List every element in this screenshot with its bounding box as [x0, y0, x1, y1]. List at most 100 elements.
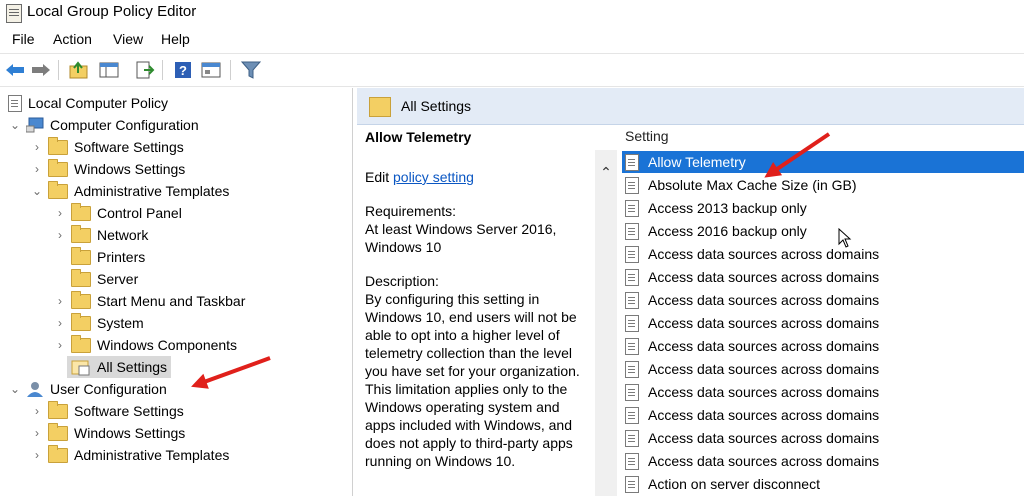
setting-row[interactable]: Access 2013 backup only [622, 197, 1024, 219]
policy-icon [8, 94, 22, 112]
tree-user-configuration[interactable]: ⌄ User Configuration [8, 378, 167, 400]
tree-item-windows-settings[interactable]: › Windows Settings [30, 422, 185, 444]
tree-item-software-settings[interactable]: › Software Settings [30, 136, 184, 158]
menu-view[interactable]: View [113, 31, 143, 47]
setting-row[interactable]: Access 2016 backup only [622, 220, 1024, 242]
setting-row[interactable]: Access data sources across domains [622, 450, 1024, 472]
filter-icon[interactable] [240, 59, 262, 81]
policy-setting-icon [625, 337, 639, 355]
show-hide-tree-icon[interactable] [98, 59, 120, 81]
folder-icon [71, 334, 91, 353]
setting-row[interactable]: Access data sources across domains [622, 358, 1024, 380]
menu-help[interactable]: Help [161, 31, 190, 47]
setting-row[interactable]: Access data sources across domains [622, 335, 1024, 357]
folder-icon [71, 224, 91, 243]
column-header-setting[interactable]: Setting [625, 128, 669, 144]
setting-label: Access data sources across domains [648, 453, 880, 469]
setting-label: Allow Telemetry [648, 154, 746, 170]
chevron-right-icon[interactable]: › [53, 316, 67, 330]
chevron-down-icon[interactable]: ⌄ [8, 382, 22, 396]
chevron-right-icon[interactable]: › [53, 206, 67, 220]
chevron-right-icon[interactable]: › [30, 448, 44, 462]
chevron-right-icon[interactable]: › [53, 338, 67, 352]
mouse-cursor-icon [838, 228, 852, 248]
tree-label: Windows Settings [74, 161, 186, 177]
folder-icon [48, 136, 68, 155]
tree-item-windows-settings[interactable]: › Windows Settings [30, 158, 185, 180]
setting-label: Access 2016 backup only [648, 223, 807, 239]
policy-setting-icon [625, 429, 639, 447]
properties-icon[interactable] [200, 59, 222, 81]
tree-item-administrative-templates[interactable]: ⌄ Administrative Templates [30, 180, 229, 202]
chevron-right-icon[interactable]: › [30, 426, 44, 440]
list-scrollbar[interactable]: ⌃ [595, 150, 617, 496]
setting-row[interactable]: Action on server disconnect [622, 473, 1024, 495]
policy-setting-icon [625, 406, 639, 424]
setting-label: Action on server disconnect [648, 476, 820, 492]
setting-row[interactable]: Access data sources across domains [622, 266, 1024, 288]
chevron-down-icon[interactable]: ⌄ [8, 118, 22, 132]
tree-label: Start Menu and Taskbar [97, 293, 246, 309]
policy-setting-icon [625, 291, 639, 309]
menu-file[interactable]: File [12, 31, 35, 47]
tree-label: Software Settings [74, 403, 184, 419]
policy-setting-icon [625, 475, 639, 493]
setting-row[interactable]: Access data sources across domains [622, 427, 1024, 449]
tree-label: Computer Configuration [50, 117, 199, 133]
tree-item-control-panel[interactable]: › Control Panel [53, 202, 182, 224]
tree-item-start-menu[interactable]: › Start Menu and Taskbar [53, 290, 245, 312]
tree-root[interactable]: Local Computer Policy [6, 92, 168, 114]
policy-setting-icon [625, 153, 639, 171]
export-list-icon[interactable] [134, 59, 156, 81]
chevron-right-icon[interactable]: › [30, 404, 44, 418]
setting-label: Access data sources across domains [648, 384, 880, 400]
toolbar: ? [0, 53, 1024, 87]
tree-item-printers[interactable]: Printers [53, 246, 145, 268]
tree-item-network[interactable]: › Network [53, 224, 148, 246]
policy-setting-icon [625, 360, 639, 378]
tree-computer-configuration[interactable]: ⌄ Computer Configuration [8, 114, 199, 136]
menu-action[interactable]: Action [53, 31, 92, 47]
tree-item-server[interactable]: Server [53, 268, 138, 290]
tree-item-system[interactable]: › System [53, 312, 144, 334]
chevron-right-icon[interactable]: › [30, 140, 44, 154]
tree-root-label: Local Computer Policy [28, 95, 169, 111]
up-folder-icon[interactable] [68, 59, 90, 81]
setting-row[interactable]: Access data sources across domains [622, 404, 1024, 426]
help-icon[interactable]: ? [172, 59, 194, 81]
policy-setting-link[interactable]: policy setting [393, 169, 474, 185]
setting-row[interactable]: Access data sources across domains [622, 312, 1024, 334]
requirements-text: Requirements: At least Windows Server 20… [365, 203, 557, 255]
tree-label: Windows Settings [74, 425, 186, 441]
setting-row[interactable]: Access data sources across domains [622, 289, 1024, 311]
tree-label: All Settings [97, 359, 168, 375]
chevron-right-icon[interactable]: › [30, 162, 44, 176]
chevron-down-icon[interactable]: ⌄ [30, 184, 44, 198]
tree-item-windows-components[interactable]: › Windows Components [53, 334, 237, 356]
setting-row[interactable]: Access data sources across domains [622, 381, 1024, 403]
setting-label: Access data sources across domains [648, 246, 880, 262]
tree-label: Administrative Templates [74, 447, 230, 463]
back-arrow-icon[interactable] [4, 59, 26, 81]
tree-item-software-settings[interactable]: › Software Settings [30, 400, 184, 422]
policy-setting-icon [625, 199, 639, 217]
user-icon [27, 382, 43, 397]
setting-row[interactable]: Absolute Max Cache Size (in GB) [622, 174, 1024, 196]
chevron-right-icon[interactable]: › [53, 228, 67, 242]
policy-title: Allow Telemetry [365, 129, 472, 145]
tree-label: Windows Components [97, 337, 238, 353]
forward-arrow-icon[interactable] [30, 59, 52, 81]
setting-label: Access data sources across domains [648, 407, 880, 423]
tree-item-all-settings[interactable]: All Settings [67, 356, 172, 378]
setting-label: Access data sources across domains [648, 338, 880, 354]
folder-icon [48, 180, 68, 199]
setting-row[interactable]: Allow Telemetry [622, 151, 1024, 173]
tree-item-administrative-templates[interactable]: › Administrative Templates [30, 444, 229, 466]
folder-icon [71, 290, 91, 309]
setting-row[interactable]: Access data sources across domains [622, 243, 1024, 265]
title-bar: Local Group Policy Editor [0, 0, 1024, 26]
chevron-right-icon[interactable]: › [53, 294, 67, 308]
tree-label: Control Panel [97, 205, 182, 221]
scroll-up-icon[interactable]: ⌃ [598, 164, 614, 180]
setting-label: Access data sources across domains [648, 269, 880, 285]
